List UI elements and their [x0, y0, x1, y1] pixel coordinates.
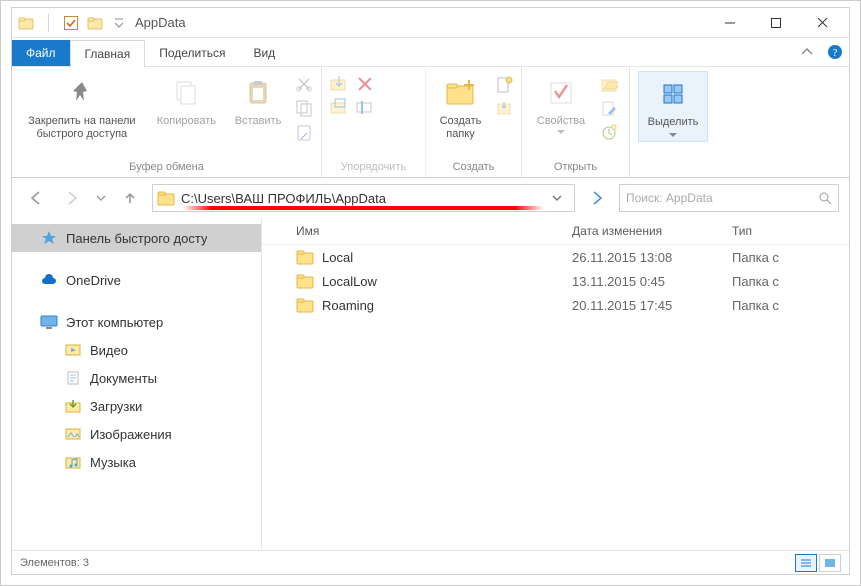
tab-file[interactable]: Файл — [12, 40, 70, 66]
copy-button[interactable]: Копировать — [150, 71, 223, 128]
column-headers[interactable]: Имя Дата изменения Тип — [262, 218, 849, 245]
paste-button[interactable]: Вставить — [227, 71, 289, 128]
col-type[interactable]: Тип — [732, 224, 839, 238]
tree-this-pc[interactable]: Этот компьютер — [12, 308, 261, 336]
easy-access-icon[interactable] — [493, 97, 515, 119]
new-folder-button[interactable]: Создать папку — [432, 71, 489, 140]
file-type: Папка с — [732, 298, 839, 313]
qat-dropdown-icon[interactable] — [111, 15, 127, 31]
tree-music[interactable]: Музыка — [12, 448, 261, 476]
help-button[interactable]: ? — [821, 38, 849, 66]
status-bar: Элементов: 3 — [12, 550, 849, 574]
videos-icon — [64, 341, 82, 359]
pictures-icon — [64, 425, 82, 443]
open-icon[interactable] — [598, 73, 620, 95]
file-date: 13.11.2015 0:45 — [572, 274, 732, 289]
music-icon — [64, 453, 82, 471]
downloads-icon — [64, 397, 82, 415]
tree-quick-access[interactable]: Панель быстрого досту — [12, 224, 261, 252]
edit-icon[interactable] — [598, 97, 620, 119]
file-name: Roaming — [322, 298, 374, 313]
address-input[interactable] — [181, 191, 546, 206]
cloud-icon — [40, 271, 58, 289]
view-details-button[interactable] — [795, 554, 817, 572]
up-button[interactable] — [116, 184, 144, 212]
tab-home[interactable]: Главная — [70, 40, 146, 67]
move-to-icon[interactable] — [328, 73, 350, 95]
file-date: 26.11.2015 13:08 — [572, 250, 732, 265]
group-select-label — [636, 171, 710, 175]
list-item[interactable]: Roaming 20.11.2015 17:45Папка с — [262, 293, 849, 317]
status-text: Элементов: 3 — [20, 557, 89, 569]
tab-view[interactable]: Вид — [239, 40, 289, 66]
tree-pictures[interactable]: Изображения — [12, 420, 261, 448]
group-open-label: Открыть — [528, 159, 623, 175]
list-item[interactable]: Local 26.11.2015 13:08Папка с — [262, 245, 849, 269]
qat-checkbox-icon[interactable] — [63, 15, 79, 31]
star-icon — [40, 229, 58, 247]
file-name: Local — [322, 250, 353, 265]
delete-icon[interactable] — [354, 73, 376, 95]
folder-icon — [157, 189, 175, 207]
file-list[interactable]: Имя Дата изменения Тип Local 26.11.2015 1… — [262, 218, 849, 550]
collapse-ribbon-button[interactable] — [793, 38, 821, 66]
close-button[interactable] — [799, 8, 845, 38]
highlight-underline — [183, 206, 544, 210]
col-name[interactable]: Имя — [272, 224, 572, 238]
group-organize-label: Упорядочить — [328, 159, 419, 175]
properties-button[interactable]: Свойства — [528, 71, 594, 134]
file-name: LocalLow — [322, 274, 377, 289]
explorer-window: AppData Файл Главная Поделиться Вид ? — [0, 0, 861, 586]
search-input[interactable] — [626, 191, 818, 205]
tree-videos[interactable]: Видео — [12, 336, 261, 364]
folder-icon — [296, 273, 314, 289]
rename-icon[interactable] — [354, 96, 376, 118]
title-bar: AppData — [12, 8, 849, 38]
ribbon-tabstrip: Файл Главная Поделиться Вид ? — [12, 38, 849, 66]
tree-documents[interactable]: Документы — [12, 364, 261, 392]
svg-text:?: ? — [833, 47, 838, 59]
file-type: Папка с — [732, 250, 839, 265]
address-dropdown-icon[interactable] — [552, 193, 570, 203]
paste-shortcut-icon[interactable] — [293, 121, 315, 143]
qat-folder-icon[interactable] — [87, 15, 103, 31]
app-folder-icon — [18, 15, 34, 31]
folder-icon — [296, 297, 314, 313]
history-icon[interactable] — [598, 121, 620, 143]
documents-icon — [64, 369, 82, 387]
tree-onedrive[interactable]: OneDrive — [12, 266, 261, 294]
new-item-icon[interactable] — [493, 73, 515, 95]
pc-icon — [40, 313, 58, 331]
back-button[interactable] — [22, 184, 50, 212]
forward-button[interactable] — [58, 184, 86, 212]
nav-tree[interactable]: Панель быстрого досту OneDrive Этот комп… — [12, 218, 262, 550]
folder-icon — [296, 249, 314, 265]
group-clipboard-label: Буфер обмена — [18, 159, 315, 175]
tree-downloads[interactable]: Загрузки — [12, 392, 261, 420]
pin-to-quick-access-button[interactable]: Закрепить на панели быстрого доступа — [18, 71, 146, 140]
ribbon: Закрепить на панели быстрого доступа Коп… — [12, 66, 849, 178]
cut-icon[interactable] — [293, 73, 315, 95]
list-item[interactable]: LocalLow 13.11.2015 0:45Папка с — [262, 269, 849, 293]
group-new-label: Создать — [432, 159, 515, 175]
window-title: AppData — [127, 15, 707, 30]
recent-locations-button[interactable] — [94, 184, 108, 212]
search-icon[interactable] — [818, 191, 832, 205]
select-button[interactable]: Выделить — [638, 71, 708, 142]
copy-to-icon[interactable] — [328, 96, 350, 118]
view-large-icons-button[interactable] — [819, 554, 841, 572]
refresh-button[interactable] — [583, 184, 611, 212]
maximize-button[interactable] — [753, 8, 799, 38]
col-date[interactable]: Дата изменения — [572, 224, 732, 238]
address-bar[interactable] — [152, 184, 575, 212]
copy-path-icon[interactable] — [293, 97, 315, 119]
minimize-button[interactable] — [707, 8, 753, 38]
tab-share[interactable]: Поделиться — [145, 40, 239, 66]
file-date: 20.11.2015 17:45 — [572, 298, 732, 313]
search-box[interactable] — [619, 184, 839, 212]
file-type: Папка с — [732, 274, 839, 289]
nav-bar — [12, 178, 849, 218]
